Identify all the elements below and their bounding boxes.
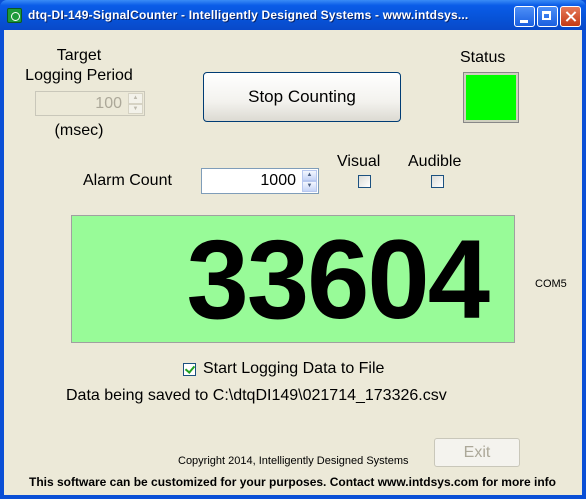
client-area: Target Logging Period 100 ▲ ▼ (msec) Sto… xyxy=(4,30,582,495)
spin-down-icon[interactable]: ▼ xyxy=(302,181,317,192)
start-logging-label[interactable]: Start Logging Data to File xyxy=(203,360,384,378)
footer-text: This software can be customized for your… xyxy=(29,475,556,489)
audible-alarm-label: Audible xyxy=(408,153,462,170)
alarm-count-value: 1000 xyxy=(260,172,296,189)
logging-period-title: Target Logging Period xyxy=(24,46,134,86)
exit-button[interactable]: Exit xyxy=(434,438,520,467)
app-window: dtq-DI-149-SignalCounter - Intelligently… xyxy=(0,0,586,499)
app-icon[interactable] xyxy=(7,8,22,23)
logging-period-value: 100 xyxy=(95,95,122,112)
window-title: dtq-DI-149-SignalCounter - Intelligently… xyxy=(28,8,469,22)
close-button[interactable] xyxy=(560,6,581,27)
counter-value: 33604 xyxy=(186,217,490,342)
spin-down-icon[interactable]: ▼ xyxy=(128,103,143,114)
alarm-count-label: Alarm Count xyxy=(83,172,172,189)
copyright-text: Copyright 2014, Intelligently Designed S… xyxy=(178,455,409,467)
audible-alarm-checkbox[interactable] xyxy=(431,175,444,188)
minimize-button[interactable] xyxy=(514,6,535,27)
visual-alarm-checkbox[interactable] xyxy=(358,175,371,188)
alarm-count-stepper[interactable]: 1000 ▲ ▼ xyxy=(201,168,319,194)
spin-up-icon[interactable]: ▲ xyxy=(128,93,143,104)
saved-file-path: Data being saved to C:\dtqDI149\021714_1… xyxy=(66,387,447,404)
counter-display: 33604 xyxy=(71,215,515,343)
logging-period-arrows[interactable]: ▲ ▼ xyxy=(128,93,143,114)
com-port-label: COM5 xyxy=(535,278,567,290)
maximize-button[interactable] xyxy=(537,6,558,27)
start-logging-checkbox[interactable] xyxy=(183,363,196,376)
title-bar[interactable]: dtq-DI-149-SignalCounter - Intelligently… xyxy=(0,0,586,30)
logging-period-stepper[interactable]: 100 ▲ ▼ xyxy=(35,91,145,116)
stop-counting-button[interactable]: Stop Counting xyxy=(203,72,401,122)
visual-alarm-label: Visual xyxy=(337,153,381,170)
status-indicator xyxy=(463,72,519,123)
spin-up-icon[interactable]: ▲ xyxy=(302,170,317,181)
logging-period-title-text: Target Logging Period xyxy=(25,47,133,84)
logging-period-unit: (msec) xyxy=(54,122,104,139)
alarm-count-arrows[interactable]: ▲ ▼ xyxy=(302,170,317,192)
status-label: Status xyxy=(460,49,506,66)
